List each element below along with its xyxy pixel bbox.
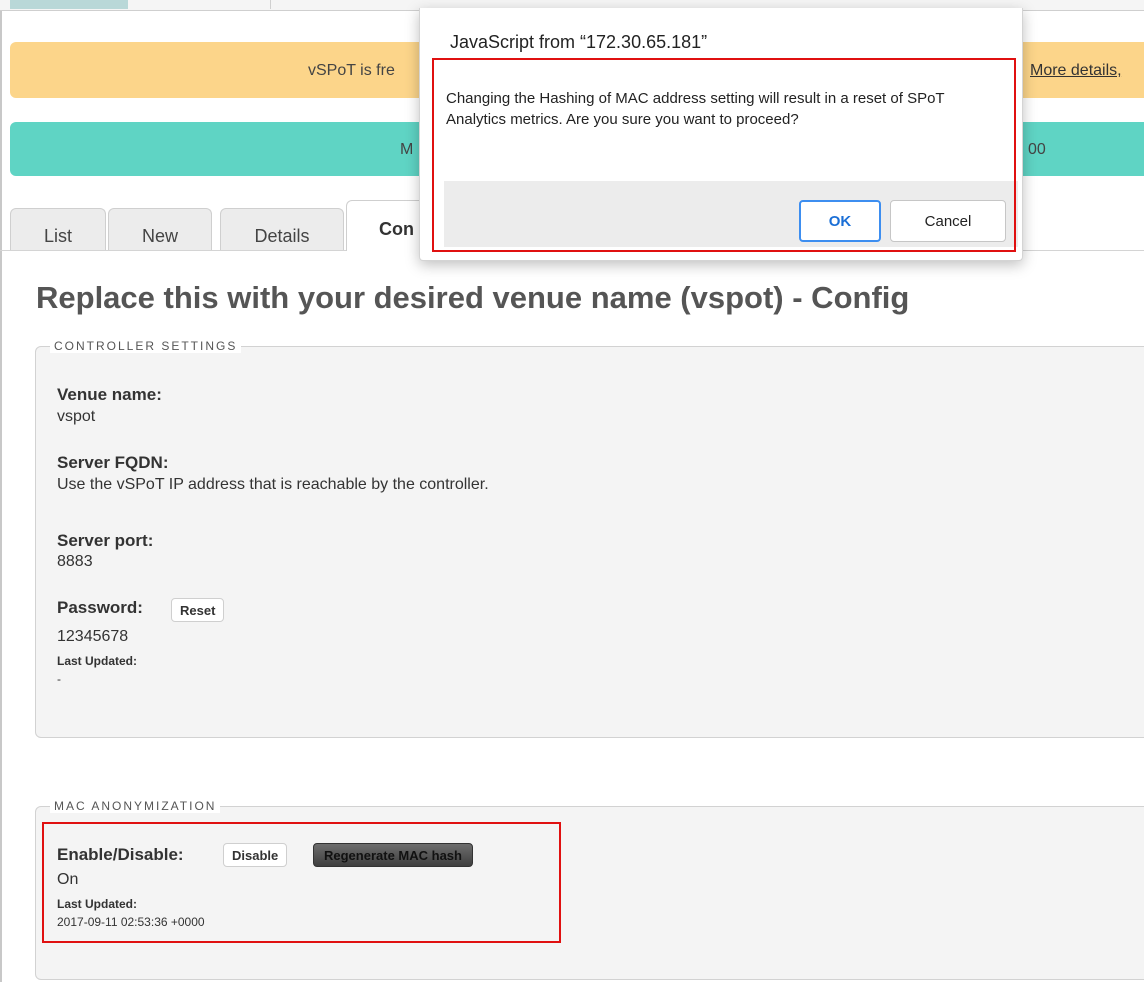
server-fqdn-value: Use the vSPoT IP address that is reachab… — [57, 476, 489, 493]
tab-new[interactable]: New — [108, 208, 212, 250]
password-last-updated-label: Last Updated: — [57, 654, 138, 668]
tab-list[interactable]: List — [10, 208, 106, 250]
venue-name-label: Venue name: — [57, 385, 162, 404]
status-banner-text: M — [400, 141, 414, 158]
top-tab[interactable] — [130, 0, 271, 9]
status-banner-text-right: 00 — [1028, 141, 1046, 158]
top-tab-active[interactable] — [10, 0, 128, 9]
notice-banner-text: vSPoT is fre — [308, 62, 395, 79]
mac-anonymization-legend: MAC ANONYMIZATION — [50, 799, 221, 813]
more-details-link[interactable]: More details, — [1030, 62, 1122, 80]
server-port-value: 8883 — [57, 553, 93, 570]
reset-password-button[interactable]: Reset — [171, 598, 225, 622]
mac-highlight-box — [42, 822, 561, 943]
controller-settings-legend: CONTROLLER SETTINGS — [50, 339, 242, 353]
dialog-title: JavaScript from “172.30.65.181” — [450, 32, 708, 52]
password-last-updated-value: - — [57, 672, 61, 686]
controller-settings-section: CONTROLLER SETTINGS Venue name: vspot Se… — [35, 339, 1144, 738]
window-left-edge — [0, 0, 2, 982]
dialog-highlight-box — [432, 58, 1016, 252]
venue-name-value: vspot — [57, 408, 96, 425]
tab-details[interactable]: Details — [220, 208, 344, 250]
password-label: Password: — [57, 598, 143, 617]
server-port-label: Server port: — [57, 531, 154, 550]
page-title: Replace this with your desired venue nam… — [36, 280, 910, 315]
password-value: 12345678 — [57, 628, 129, 645]
server-fqdn-label: Server FQDN: — [57, 453, 169, 472]
